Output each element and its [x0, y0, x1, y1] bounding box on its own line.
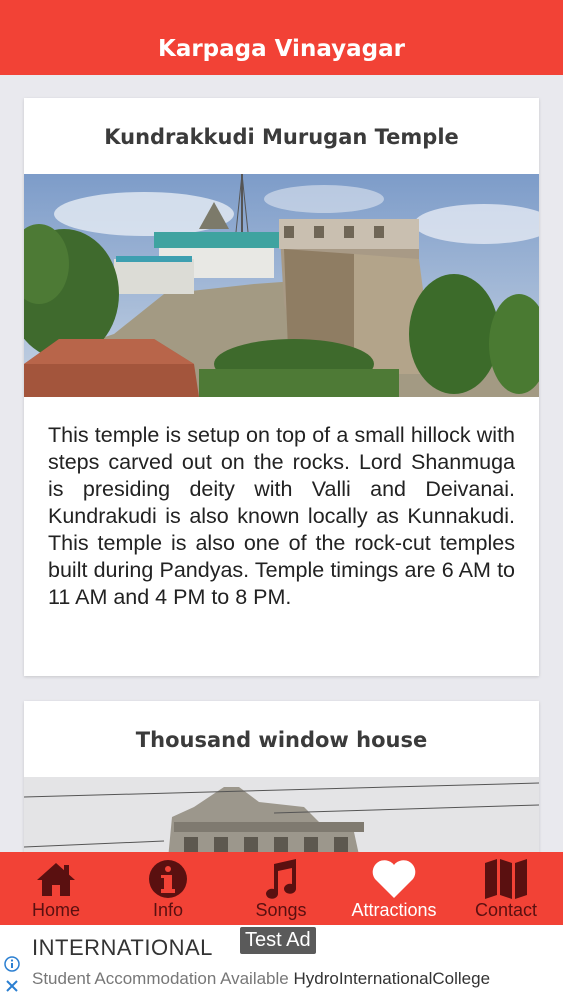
tab-attractions[interactable]: Attractions	[338, 852, 450, 925]
tab-info-label: Info	[152, 900, 184, 920]
ad-advertiser: HydroInternationalCollege	[293, 969, 491, 988]
tab-attractions-label: Attractions	[351, 900, 437, 920]
attraction-description: This temple is setup on top of a small h…	[48, 423, 515, 609]
attraction-card[interactable]: Thousand window house	[24, 701, 539, 852]
ad-brand: INTERNATIONAL	[32, 935, 213, 960]
attraction-card[interactable]: Kundrakkudi Murugan Temple This temple i…	[24, 98, 539, 676]
tab-songs[interactable]: Songs	[225, 852, 337, 925]
heart-icon	[338, 858, 450, 900]
tab-info[interactable]: Info	[112, 852, 224, 925]
home-icon	[0, 858, 112, 900]
tab-contact-label: Contact	[474, 900, 538, 920]
attraction-title: Kundrakkudi Murugan Temple	[104, 125, 459, 149]
ad-test-tag: Test Ad	[240, 927, 316, 954]
app-title: Karpaga Vinayagar	[158, 36, 405, 62]
info-icon	[112, 858, 224, 900]
app-header: Karpaga Vinayagar	[0, 0, 563, 75]
ad-subtitle: Student Accommodation Available	[32, 969, 289, 988]
music-note-icon	[225, 858, 337, 900]
attractions-list[interactable]: Kundrakkudi Murugan Temple This temple i…	[0, 75, 563, 852]
tab-home[interactable]: Home	[0, 852, 112, 925]
ad-info-icon[interactable]	[4, 956, 20, 972]
map-icon	[450, 858, 562, 900]
tab-songs-label: Songs	[255, 900, 307, 920]
attraction-title: Thousand window house	[135, 728, 428, 752]
hilltop-temple-photo	[24, 174, 539, 397]
heritage-house-photo	[24, 777, 539, 852]
tab-contact[interactable]: Contact	[450, 852, 562, 925]
ad-close-icon[interactable]	[5, 979, 19, 993]
ad-subtitle-line: Student Accommodation Available HydroInt…	[32, 969, 490, 989]
bottom-tab-bar: Home Info Songs Attractions Contact	[0, 852, 563, 925]
ad-banner[interactable]: INTERNATIONAL Test Ad Student Accommodat…	[0, 925, 563, 1000]
tab-home-label: Home	[31, 900, 80, 920]
